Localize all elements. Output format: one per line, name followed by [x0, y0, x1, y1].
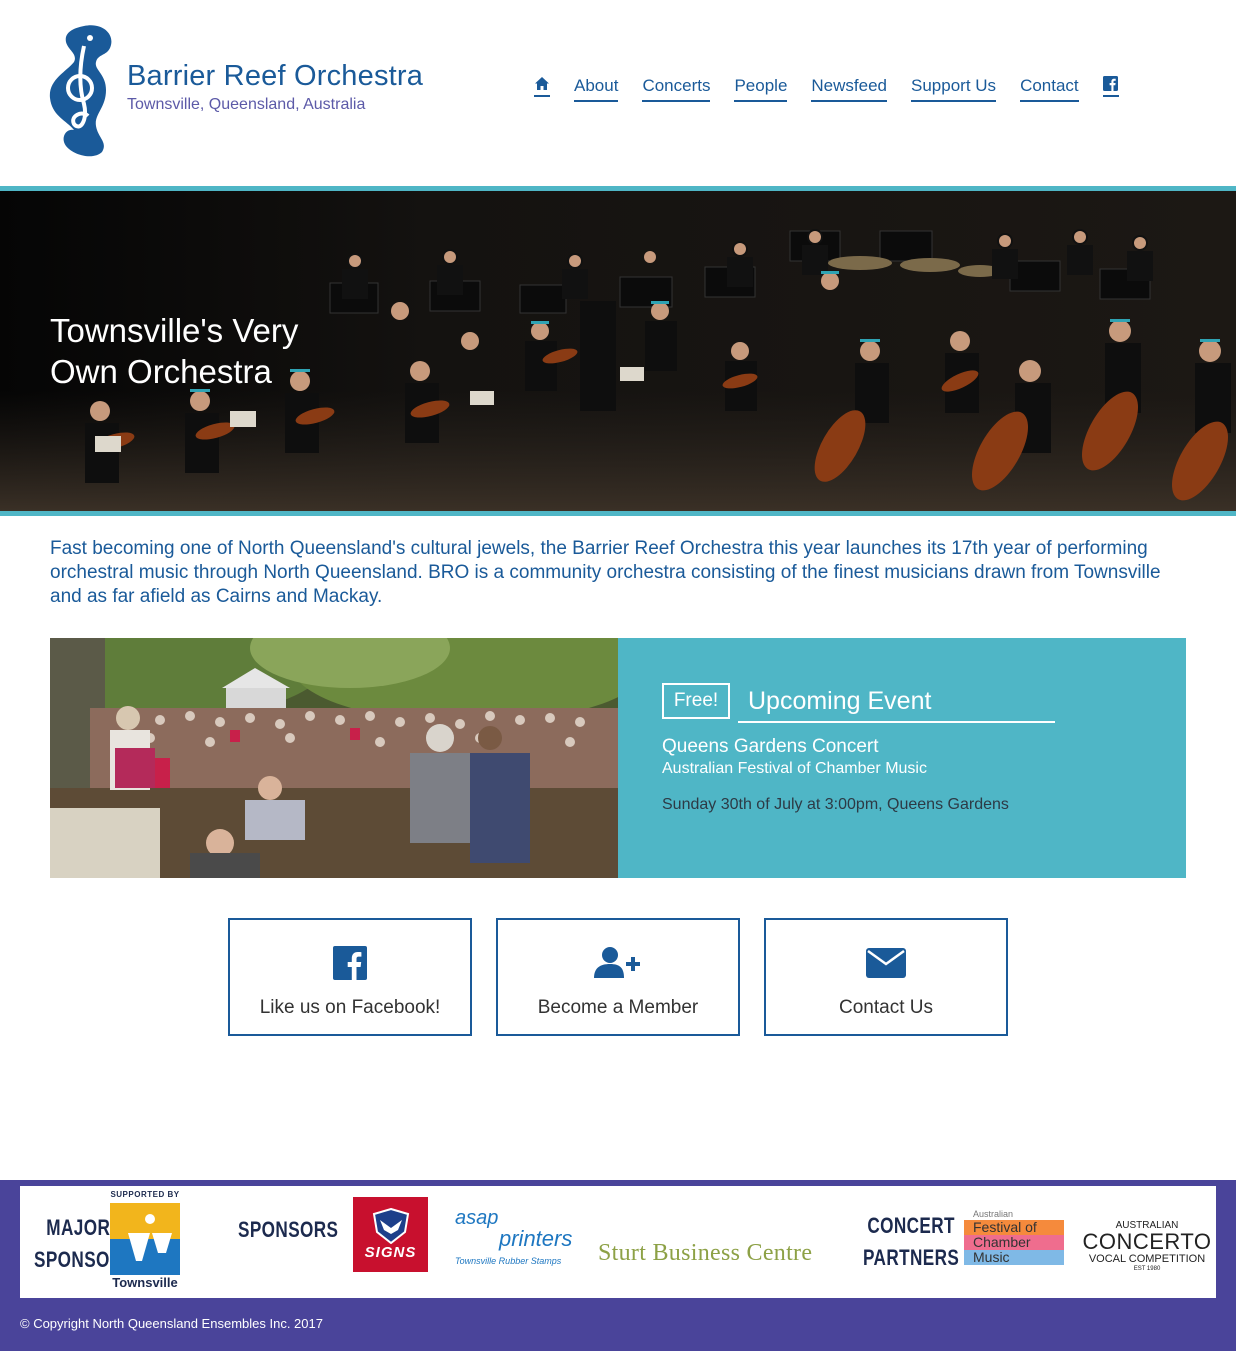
contact-us-label: Contact Us [839, 997, 933, 1018]
site-header: Barrier Reef Orchestra Townsville, Queen… [0, 0, 1236, 186]
event-datetime: Sunday 30th of July at 3:00pm, Queens Ga… [662, 796, 1009, 813]
seahorse-logo[interactable] [44, 24, 120, 158]
free-badge: Free! [662, 683, 730, 719]
main-nav: About Concerts People Newsfeed Support U… [534, 76, 1119, 102]
become-member-button[interactable]: Become a Member [496, 918, 740, 1036]
facebook-icon [333, 946, 367, 980]
facebook-button[interactable]: Like us on Facebook! [228, 918, 472, 1036]
hero-title: Townsville's Very Own Orchestra [50, 312, 299, 390]
eagle-shield-icon [372, 1208, 409, 1244]
event-heading: Upcoming Event [738, 683, 1055, 723]
hero-banner: Townsville's Very Own Orchestra [0, 186, 1236, 516]
nav-contact[interactable]: Contact [1020, 76, 1079, 102]
sponsor-strip: MAJOR SPONSOR SUPPORTED BY Townsville SP… [20, 1186, 1216, 1298]
event-subtitle: Australian Festival of Chamber Music [662, 760, 927, 777]
event-name[interactable]: Queens Gardens Concert [662, 736, 879, 758]
event-photo [50, 638, 618, 878]
asap-printers-logo[interactable]: asap printers Townsville Rubber Stamps [455, 1208, 580, 1278]
nav-home[interactable] [534, 76, 550, 97]
sturt-business-centre-logo[interactable]: Sturt Business Centre [598, 1240, 812, 1267]
townsville-emblem [110, 1203, 180, 1275]
concert-partners-label: CONCERT PARTNERS [863, 1213, 960, 1270]
nav-facebook[interactable] [1102, 76, 1119, 97]
australian-concerto-logo[interactable]: AUSTRALIAN CONCERTO VOCAL COMPETITION ES… [1082, 1220, 1212, 1274]
site-footer: MAJOR SPONSOR SUPPORTED BY Townsville SP… [0, 1180, 1236, 1351]
site-subtitle: Townsville, Queensland, Australia [127, 96, 366, 113]
envelope-icon [866, 948, 906, 978]
crowd-photo [50, 638, 618, 878]
become-member-label: Become a Member [537, 997, 699, 1018]
upcoming-event: Free! Upcoming Event Queens Gardens Conc… [50, 638, 1186, 878]
nav-concerts[interactable]: Concerts [642, 76, 711, 102]
user-plus-icon [594, 947, 640, 978]
contact-us-button[interactable]: Contact Us [764, 918, 1008, 1036]
festival-chamber-music-logo[interactable]: Australian Festival of Chamber Music [964, 1208, 1064, 1270]
intro-paragraph: Fast becoming one of North Queensland's … [50, 538, 1161, 607]
nav-about[interactable]: About [574, 76, 619, 102]
action-buttons: Like us on Facebook! Become a Member Con… [228, 918, 1008, 1036]
sponsors-label: SPONSORS [238, 1217, 339, 1242]
facebook-button-label: Like us on Facebook! [259, 997, 441, 1018]
site-title[interactable]: Barrier Reef Orchestra [127, 60, 423, 93]
nav-support-us[interactable]: Support Us [911, 76, 997, 102]
home-icon [535, 77, 549, 90]
signs-logo[interactable]: SIGNS [353, 1197, 428, 1272]
event-panel: Free! Upcoming Event Queens Gardens Conc… [618, 638, 1186, 878]
townsville-logo[interactable]: SUPPORTED BY Townsville [108, 1190, 182, 1298]
nav-newsfeed[interactable]: Newsfeed [811, 76, 888, 102]
facebook-icon [1103, 76, 1119, 91]
copyright: © Copyright North Queensland Ensembles I… [20, 1316, 323, 1331]
nav-people[interactable]: People [734, 76, 788, 102]
